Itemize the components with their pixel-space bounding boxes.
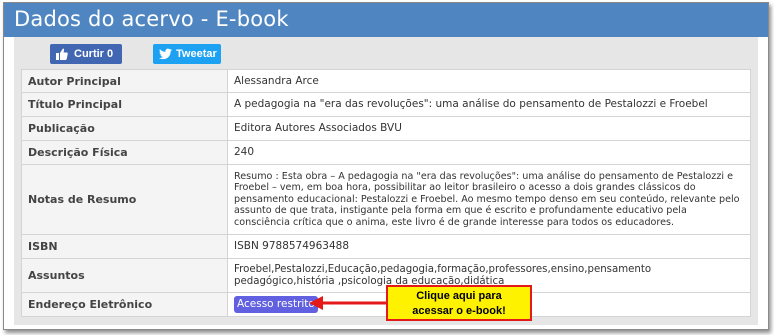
callout-line-1: Clique aqui para: [416, 290, 502, 302]
field-label: Título Principal: [21, 92, 228, 117]
table-row: Descrição Física 240: [21, 140, 751, 165]
field-label: Publicação: [21, 116, 228, 141]
table-row: ISBN ISBN 9788574963488: [21, 234, 751, 259]
field-value: ISBN 9788574963488: [227, 234, 751, 259]
field-value: Resumo : Esta obra – A pedagogia na "era…: [227, 164, 751, 235]
field-label: Autor Principal: [21, 69, 228, 93]
twitter-bird-icon: [159, 48, 172, 60]
field-label: Endereço Eletrônico: [21, 292, 228, 317]
facebook-like-button[interactable]: Curtir 0: [50, 44, 122, 64]
annotation-callout: Clique aqui para acessar o e-book!: [386, 285, 532, 321]
field-label: ISBN: [21, 234, 228, 259]
like-label: Curtir 0: [74, 48, 114, 60]
tweet-label: Tweetar: [176, 48, 217, 60]
table-row: Autor Principal Alessandra Arce: [21, 69, 751, 93]
restricted-access-button[interactable]: Acesso restrito: [234, 296, 318, 313]
table-row: Publicação Editora Autores Associados BV…: [21, 116, 751, 141]
field-label: Notas de Resumo: [21, 164, 228, 235]
tweet-button[interactable]: Tweetar: [153, 44, 221, 64]
field-value: 240: [227, 140, 751, 165]
field-value: Editora Autores Associados BVU: [227, 116, 751, 141]
field-value: A pedagogia na "era das revoluções": uma…: [227, 92, 751, 117]
table-row: Título Principal A pedagogia na "era das…: [21, 92, 751, 117]
title-bar: Dados do acervo - E-book: [4, 3, 768, 37]
field-label: Assuntos: [21, 258, 228, 293]
callout-line-2: acessar o e-book!: [412, 305, 506, 317]
thumbs-up-icon: [56, 48, 68, 60]
author-link[interactable]: Alessandra Arce: [227, 69, 751, 93]
arrow-left-icon: [309, 296, 387, 310]
field-label: Descrição Física: [21, 140, 228, 165]
table-row: Notas de Resumo Resumo : Esta obra – A p…: [21, 164, 751, 235]
page-title: Dados do acervo - E-book: [14, 7, 289, 31]
ebook-details-table: Autor Principal Alessandra Arce Título P…: [21, 69, 751, 317]
